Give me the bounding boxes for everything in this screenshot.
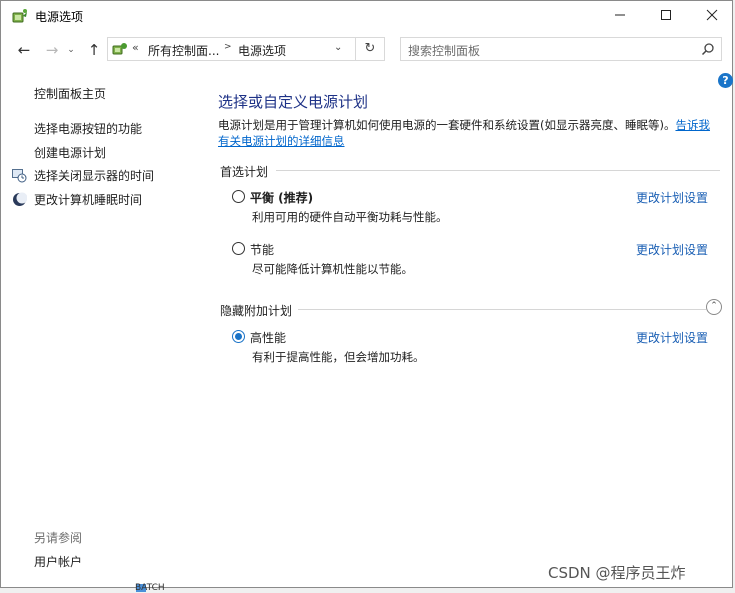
up-button[interactable]: ↑: [85, 41, 103, 59]
minimize-button[interactable]: [597, 1, 643, 31]
preferred-plans-heading: 首选计划: [220, 165, 269, 179]
breadcrumb-all-control-panel[interactable]: 所有控制面...: [148, 42, 219, 59]
monitor-clock-icon: [12, 168, 27, 183]
search-icon[interactable]: [701, 42, 715, 56]
address-dropdown-icon[interactable]: ⌄: [334, 42, 342, 53]
maximize-button[interactable]: [643, 1, 689, 31]
sidebar-item-display-off-time[interactable]: 选择关闭显示器的时间: [34, 167, 154, 184]
plan-name[interactable]: 节能: [250, 241, 274, 258]
section-divider: [276, 170, 720, 171]
control-panel-icon: [112, 41, 128, 57]
power-options-window: 电源选项 ← → ⌄ ↑ « 所有控制面... > 电源选项 ⌄ ↻ 搜索控制面…: [0, 0, 733, 588]
plan-name[interactable]: 高性能: [250, 329, 286, 346]
plan-description: 利用可用的硬件自动平衡功耗与性能。: [252, 210, 448, 224]
moon-icon: [12, 192, 28, 207]
search-placeholder: 搜索控制面板: [408, 44, 481, 58]
left-task-pane: 控制面板主页 选择电源按钮的功能 创建电源计划 选择关闭显示器的时间 更改计算机…: [1, 71, 201, 581]
page-description: 电源计划是用于管理计算机如何使用电源的一套硬件和系统设置(如显示器亮度、睡眠等)…: [218, 117, 720, 149]
recent-locations-button[interactable]: ⌄: [65, 41, 77, 59]
collapse-chevron-icon[interactable]: ⌃: [706, 299, 722, 315]
back-button[interactable]: ←: [15, 41, 33, 59]
title-bar[interactable]: 电源选项: [1, 1, 732, 31]
breadcrumb-power-options[interactable]: 电源选项: [238, 42, 286, 59]
see-also-heading: 另请参阅: [34, 531, 83, 545]
change-plan-settings-link[interactable]: 更改计划设置: [636, 189, 708, 206]
plan-power-saver-radio[interactable]: [232, 242, 245, 255]
breadcrumb-overflow[interactable]: «: [132, 41, 139, 54]
plan-name[interactable]: 平衡 (推荐): [250, 189, 313, 206]
plan-description: 尽可能降低计算机性能以节能。: [252, 262, 413, 276]
address-bar[interactable]: « 所有控制面... > 电源选项 ⌄: [107, 37, 356, 61]
refresh-icon: ↻: [364, 41, 376, 56]
description-text: 电源计划是用于管理计算机如何使用电源的一套硬件和系统设置(如显示器亮度、睡眠等)…: [218, 118, 676, 132]
change-plan-settings-link[interactable]: 更改计划设置: [636, 329, 708, 346]
close-icon: [706, 9, 718, 21]
search-input[interactable]: 搜索控制面板: [400, 37, 722, 61]
hidden-plans-heading: 隐藏附加计划: [220, 304, 293, 318]
watermark-text: CSDN @程序员王炸: [548, 564, 686, 582]
user-accounts-link[interactable]: 用户帐户: [34, 553, 82, 570]
plan-balanced-radio[interactable]: [232, 190, 245, 203]
sidebar-item-create-plan[interactable]: 创建电源计划: [34, 144, 106, 161]
minimize-icon: [615, 14, 625, 16]
window-title: 电源选项: [35, 10, 84, 24]
sidebar-item-sleep-time[interactable]: 更改计算机睡眠时间: [34, 191, 142, 208]
plan-high-performance-radio[interactable]: [232, 330, 245, 343]
refresh-button[interactable]: ↻: [356, 37, 385, 61]
change-plan-settings-link[interactable]: 更改计划设置: [636, 241, 708, 258]
breadcrumb-separator[interactable]: >: [224, 42, 232, 52]
help-icon[interactable]: ?: [718, 73, 733, 88]
page-title: 选择或自定义电源计划: [218, 93, 369, 111]
maximize-icon: [661, 10, 671, 20]
sidebar-item-power-button[interactable]: 选择电源按钮的功能: [34, 120, 142, 137]
forward-button[interactable]: →: [43, 41, 61, 59]
close-button[interactable]: [689, 1, 735, 31]
control-panel-home-link[interactable]: 控制面板主页: [34, 85, 106, 102]
power-options-icon: [11, 7, 29, 25]
section-divider: [298, 309, 706, 310]
navigation-bar: ← → ⌄ ↑ « 所有控制面... > 电源选项 ⌄ ↻ 搜索控制面板: [1, 31, 732, 69]
plan-description: 有利于提高性能，但会增加功耗。: [252, 350, 425, 364]
